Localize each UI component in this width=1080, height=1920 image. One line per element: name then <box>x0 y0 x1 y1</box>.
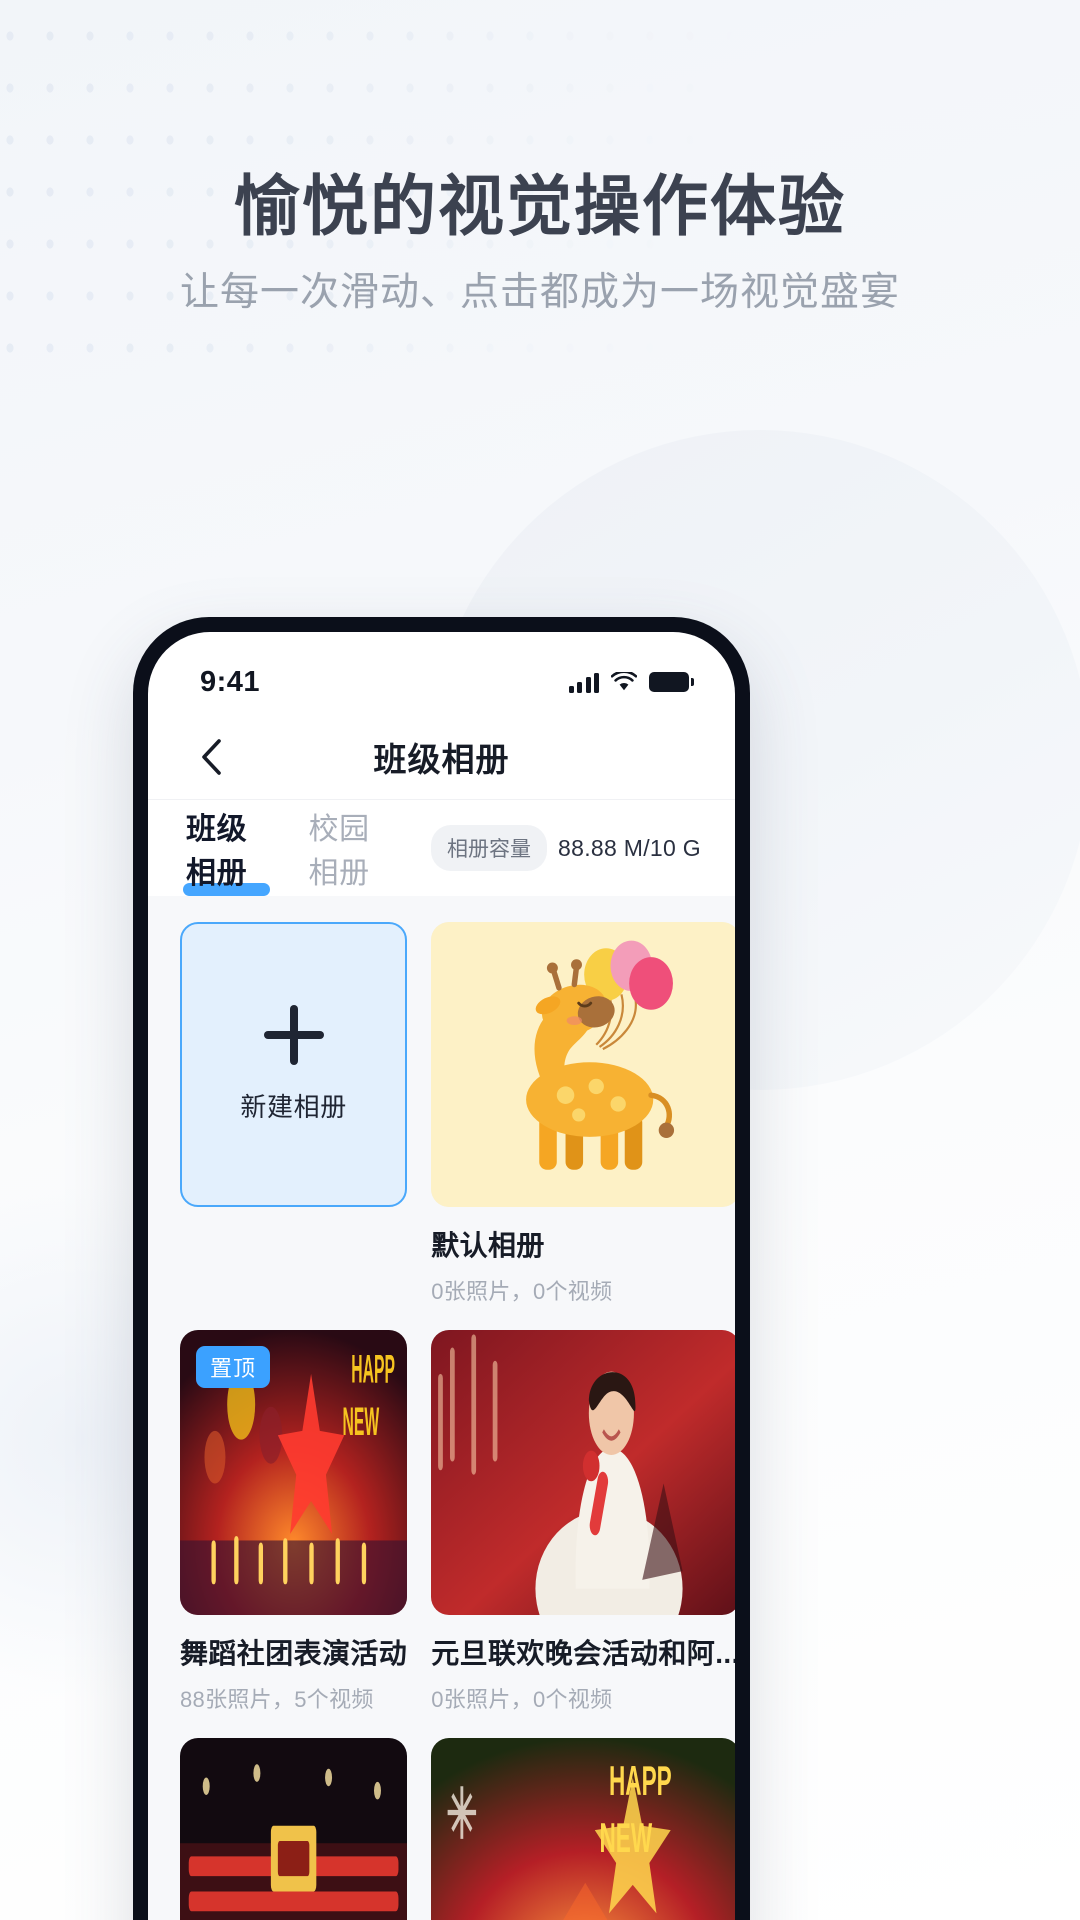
create-album-cell[interactable]: 新建相册 <box>180 922 408 1306</box>
phone-mockup: 9:41 班级相册 班级相册 校园相册 相册容量 88.88 M/10 G 新建… <box>133 617 750 1920</box>
album-cell[interactable]: 元旦联欢晚会活动和阿... 0张照片，0个视频 <box>431 1330 735 1714</box>
navigation-bar: 班级相册 <box>148 714 735 800</box>
tab-bar: 班级相册 校园相册 相册容量 88.88 M/10 G <box>148 800 735 896</box>
album-thumbnail[interactable]: HAPP NEW 置顶 <box>180 1330 408 1615</box>
album-meta: 0张照片，0个视频 <box>431 1279 613 1304</box>
capacity-value: 88.88 M/10 G <box>558 834 701 861</box>
capacity-indicator: 相册容量 88.88 M/10 G <box>431 825 701 871</box>
album-cell[interactable]: 默认相册 0张照片，0个视频 <box>431 922 735 1306</box>
album-title: 默认相册 <box>431 1230 545 1261</box>
hero-section: 愉悦的视觉操作体验 让每一次滑动、点击都成为一场视觉盛宴 <box>0 0 1080 319</box>
svg-text:NEW: NEW <box>343 1401 380 1444</box>
nav-title: 班级相册 <box>373 740 510 778</box>
tab-campus-album[interactable]: 校园相册 <box>309 804 390 892</box>
create-album-label: 新建相册 <box>240 1092 347 1122</box>
plus-icon <box>263 1005 324 1065</box>
album-grid-container[interactable]: 新建相册 默认相册 0张照片，0个视频 HAPP NEW 置顶 舞蹈社团表演活动… <box>148 896 735 1920</box>
svg-text:NEW: NEW <box>600 1816 653 1862</box>
album-thumbnail[interactable] <box>431 1330 735 1615</box>
tab-class-album[interactable]: 班级相册 <box>183 804 270 896</box>
status-bar-time: 9:41 <box>200 665 261 698</box>
promo-page: 愉悦的视觉操作体验 让每一次滑动、点击都成为一场视觉盛宴 9:41 班级相册 班… <box>0 0 1080 1920</box>
album-thumbnail[interactable]: HAPP NEW <box>431 1738 735 1920</box>
chevron-left-icon <box>202 738 221 775</box>
capacity-badge: 相册容量 <box>431 825 548 871</box>
album-meta: 88张照片，5个视频 <box>180 1687 374 1712</box>
cellular-bars-icon <box>568 672 599 693</box>
album-cell[interactable]: HAPP NEW <box>431 1738 735 1920</box>
status-bar: 9:41 <box>148 632 735 714</box>
album-cell[interactable] <box>180 1738 408 1920</box>
battery-full-icon <box>649 672 694 692</box>
svg-text:HAPP: HAPP <box>609 1759 672 1805</box>
pinned-badge: 置顶 <box>196 1346 271 1388</box>
phone-screen: 9:41 班级相册 班级相册 校园相册 相册容量 88.88 M/10 G 新建… <box>148 632 735 1920</box>
page-subtitle: 让每一次滑动、点击都成为一场视觉盛宴 <box>179 270 900 314</box>
album-title: 元旦联欢晚会活动和阿... <box>431 1638 735 1669</box>
wifi-icon <box>610 670 638 692</box>
tab-label: 班级相册 <box>186 813 248 890</box>
back-button[interactable] <box>188 734 234 780</box>
album-title: 舞蹈社团表演活动 <box>180 1638 408 1669</box>
status-bar-icons <box>568 670 694 693</box>
create-album-card[interactable]: 新建相册 <box>180 922 408 1207</box>
page-title: 愉悦的视觉操作体验 <box>234 169 846 243</box>
album-thumbnail[interactable] <box>431 922 735 1207</box>
album-thumbnail[interactable] <box>180 1738 408 1920</box>
album-grid: 新建相册 默认相册 0张照片，0个视频 HAPP NEW 置顶 舞蹈社团表演活动… <box>180 922 735 1920</box>
album-cell[interactable]: HAPP NEW 置顶 舞蹈社团表演活动 88张照片，5个视频 <box>180 1330 408 1714</box>
album-meta: 0张照片，0个视频 <box>431 1687 613 1712</box>
svg-text:HAPP: HAPP <box>351 1348 395 1391</box>
tab-label: 校园相册 <box>308 813 370 890</box>
